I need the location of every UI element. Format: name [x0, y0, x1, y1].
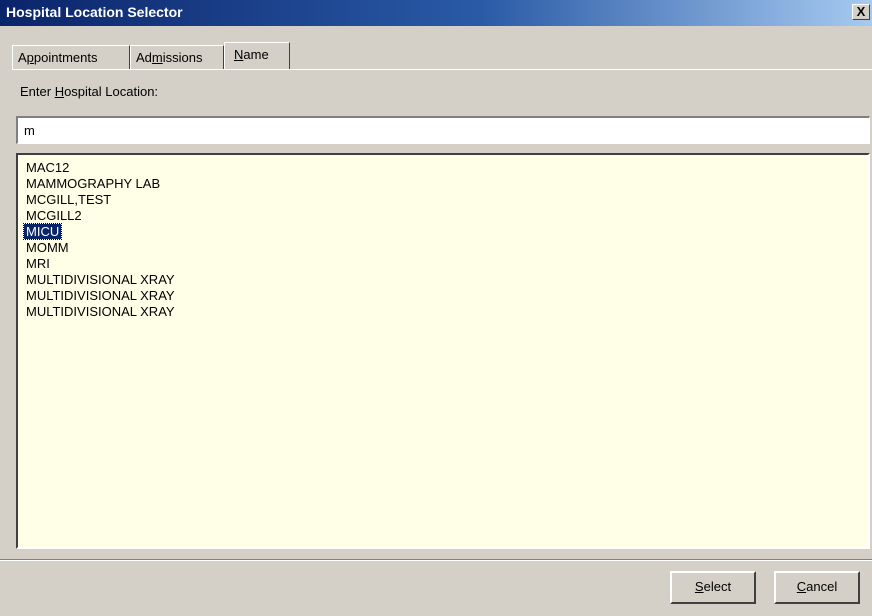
list-item[interactable]: MRI	[24, 256, 862, 272]
list-item[interactable]: MULTIDIVISIONAL XRAY	[24, 272, 862, 288]
tab-label: Name	[234, 47, 269, 62]
list-item-label: MULTIDIVISIONAL XRAY	[26, 288, 175, 303]
footer-divider	[0, 559, 872, 561]
list-item[interactable]: MCGILL2	[24, 208, 862, 224]
hospital-location-selector-dialog: Hospital Location Selector X Appointment…	[0, 0, 872, 616]
list-item[interactable]: MCGILL,TEST	[24, 192, 862, 208]
tab-admissions[interactable]: Admissions	[130, 45, 224, 69]
cancel-button[interactable]: Cancel	[774, 571, 860, 604]
list-item-label: MCGILL2	[26, 208, 82, 223]
tab-panel-border	[12, 69, 872, 70]
list-item-label: MOMM	[26, 240, 69, 255]
search-prompt-label: Enter Hospital Location:	[20, 84, 159, 99]
list-item[interactable]: MICU	[22, 223, 862, 240]
list-item-label: MAMMOGRAPHY LAB	[26, 176, 161, 191]
tab-label: Appointments	[18, 50, 98, 65]
list-item[interactable]: MOMM	[24, 240, 862, 256]
list-item[interactable]: MAC12	[24, 160, 862, 176]
select-button[interactable]: Select	[670, 571, 756, 604]
tab-appointments[interactable]: Appointments	[12, 45, 130, 69]
list-item[interactable]: MULTIDIVISIONAL XRAY	[24, 288, 862, 304]
hospital-location-list[interactable]: MAC12 MAMMOGRAPHY LAB MCGILL,TEST MCGILL2 MI…	[16, 153, 870, 549]
list-item-label: MAC12	[26, 160, 70, 175]
close-icon: X	[856, 4, 866, 19]
hospital-location-input[interactable]	[16, 116, 870, 144]
list-item[interactable]: MAMMOGRAPHY LAB	[24, 176, 862, 192]
list-item-label: MICU	[22, 223, 63, 240]
list-item-label: MULTIDIVISIONAL XRAY	[26, 304, 175, 319]
tab-label: Admissions	[136, 50, 203, 65]
list-item[interactable]: MULTIDIVISIONAL XRAY	[24, 304, 862, 320]
list-item-label: MULTIDIVISIONAL XRAY	[26, 272, 175, 287]
window-title: Hospital Location Selector	[6, 4, 183, 20]
list-item-label: MCGILL,TEST	[26, 192, 112, 207]
list-item-label: MRI	[26, 256, 50, 271]
tab-name[interactable]: Name	[224, 42, 290, 69]
close-button[interactable]: X	[852, 4, 870, 20]
title-bar[interactable]: Hospital Location Selector X	[0, 0, 872, 26]
